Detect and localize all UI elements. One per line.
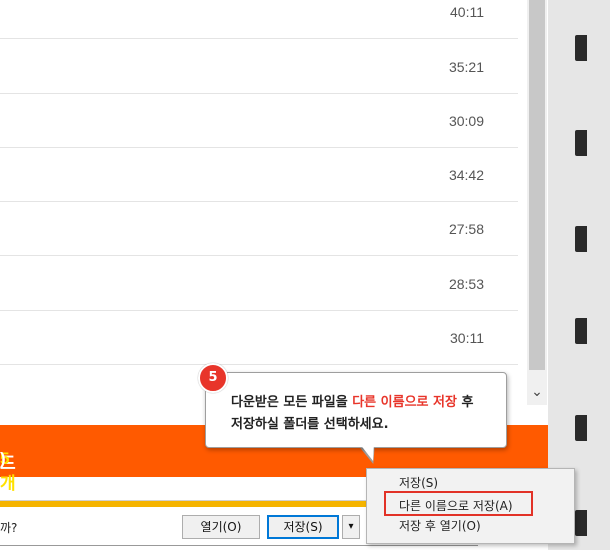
tooltip-highlight-text: 다른 이름으로 저장 xyxy=(352,395,457,410)
step-number-badge: 5 xyxy=(198,363,228,393)
list-item[interactable]: 30:09 xyxy=(0,93,518,148)
tooltip-line-2: 저장하실 폴더를 선택하세요. xyxy=(231,417,389,432)
side-tab[interactable] xyxy=(575,510,587,536)
scroll-down-arrow-icon[interactable]: ⌄ xyxy=(527,380,547,405)
list-item[interactable]: 28:53 xyxy=(0,256,518,311)
scrollbar-thumb[interactable] xyxy=(529,0,545,370)
list-item[interactable]: 40:11 xyxy=(0,0,518,39)
side-tab[interactable] xyxy=(575,35,587,61)
list-item[interactable]: 34:42 xyxy=(0,147,518,202)
scrollbar-track[interactable] xyxy=(527,0,547,405)
menu-item-save[interactable]: 저장(S) xyxy=(367,473,574,493)
menu-item-save-and-open[interactable]: 저장 후 열기(O) xyxy=(367,516,574,536)
instruction-tooltip: 다운받은 모든 파일을 다른 이름으로 저장 후 저장하실 폴더를 선택하세요. xyxy=(205,372,507,448)
save-as-highlight-box xyxy=(384,491,533,516)
side-tab[interactable] xyxy=(575,415,587,441)
side-tab[interactable] xyxy=(575,130,587,156)
list-item[interactable]: 27:58 xyxy=(0,201,518,256)
list-item[interactable]: 30:11 xyxy=(0,310,518,365)
tooltip-line-1: 다운받은 모든 파일을 다른 이름으로 저장 후 xyxy=(231,395,474,410)
list-item[interactable]: 35:21 xyxy=(0,39,518,94)
lecture-list: 40:11 35:21 30:09 34:42 27:58 28:53 30:1… xyxy=(0,0,518,425)
save-dropdown-arrow-icon[interactable]: ▾ xyxy=(342,515,360,539)
open-button[interactable]: 열기(O) xyxy=(182,515,260,539)
download-prompt-text: 까? xyxy=(0,521,18,535)
side-tab[interactable] xyxy=(575,318,587,344)
save-button[interactable]: 저장(S) xyxy=(267,515,339,539)
side-tab[interactable] xyxy=(575,226,587,252)
